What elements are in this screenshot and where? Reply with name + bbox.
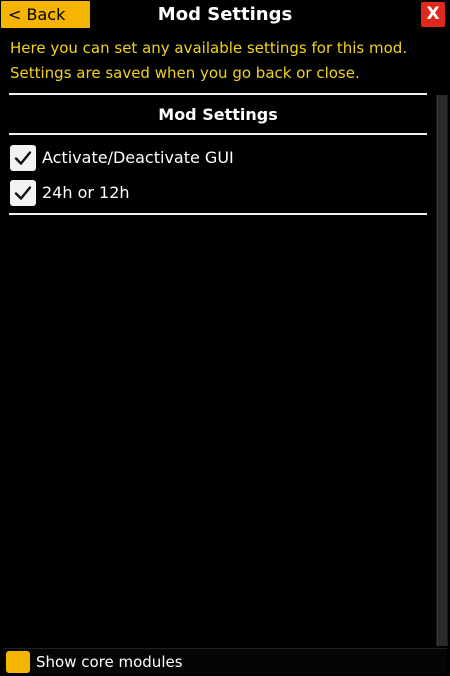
- back-button[interactable]: < Back: [1, 1, 90, 28]
- checkmark-icon: [14, 186, 32, 200]
- show-core-modules-checkbox[interactable]: [6, 651, 30, 673]
- clock-format-label: 24h or 12h: [42, 183, 130, 202]
- divider-top: [9, 93, 427, 95]
- scrollbar-thumb[interactable]: [437, 95, 447, 646]
- mod-settings-window: < Back Mod Settings X Here you can set a…: [0, 0, 450, 676]
- section-heading: Mod Settings: [158, 105, 278, 124]
- activate-gui-label: Activate/Deactivate GUI: [42, 148, 234, 167]
- description-text: Here you can set any available settings …: [10, 36, 440, 86]
- show-core-modules-label: Show core modules: [36, 653, 183, 671]
- description-line-1: Here you can set any available settings …: [10, 39, 408, 57]
- setting-row-activate-gui[interactable]: Activate/Deactivate GUI: [10, 145, 410, 171]
- scrollbar[interactable]: [436, 95, 448, 646]
- footer-bar: Show core modules: [3, 648, 447, 674]
- clock-format-checkbox[interactable]: [10, 180, 36, 206]
- divider-bottom: [9, 213, 427, 215]
- close-button[interactable]: X: [421, 2, 445, 27]
- page-title: Mod Settings: [157, 4, 293, 25]
- activate-gui-checkbox[interactable]: [10, 145, 36, 171]
- description-line-2: Settings are saved when you go back or c…: [10, 64, 360, 82]
- divider-middle: [9, 133, 427, 135]
- setting-row-24h-12h[interactable]: 24h or 12h: [10, 180, 410, 206]
- checkmark-icon: [14, 151, 32, 165]
